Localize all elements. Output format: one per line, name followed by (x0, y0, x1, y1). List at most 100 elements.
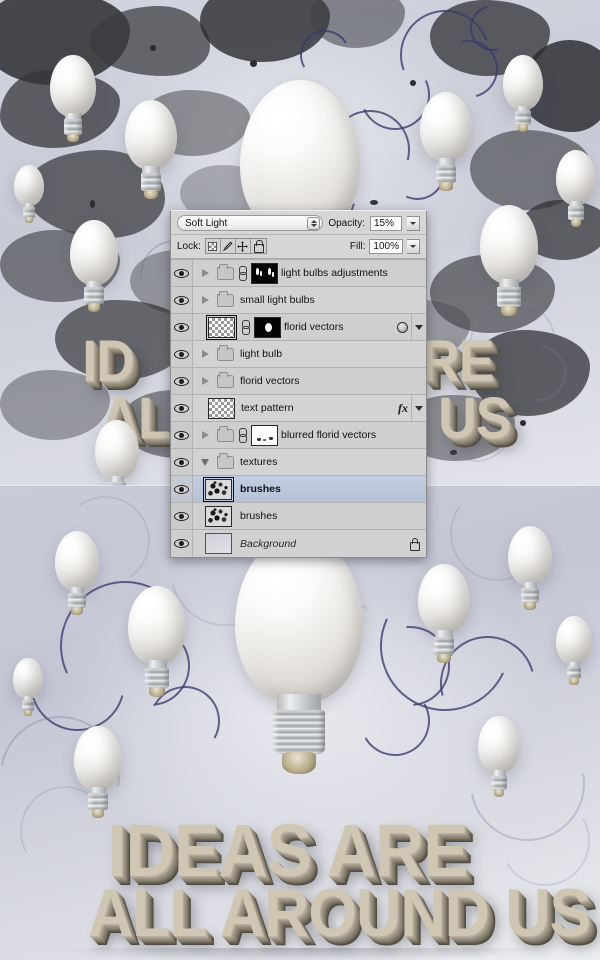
group-expand-toggle[interactable] (193, 431, 217, 439)
lock-button-group[interactable] (204, 238, 267, 254)
fill-input[interactable]: 100% (369, 238, 403, 254)
layer-row-right-icons (397, 313, 426, 341)
layer-row-light-bulbs-adjustments[interactable]: light bulbs adjustments (171, 260, 426, 287)
blend-mode-select[interactable]: Soft Light (177, 215, 324, 231)
layer-visibility-toggle[interactable] (171, 368, 193, 394)
chevron-down-icon (410, 221, 416, 225)
link-icon[interactable] (238, 265, 247, 281)
layer-visibility-toggle[interactable] (171, 260, 193, 286)
layer-visibility-toggle[interactable] (171, 503, 193, 529)
folder-icon (217, 371, 234, 388)
lock-position-button[interactable] (235, 239, 251, 253)
layer-visibility-toggle[interactable] (171, 314, 193, 340)
layer-name[interactable]: light bulbs adjustments (281, 267, 388, 279)
ground-shadow (60, 948, 540, 960)
layer-name[interactable]: brushes (240, 483, 281, 495)
light-bulb (420, 92, 472, 192)
panel-lock-row: Lock: Fill: 100% (171, 235, 426, 259)
layer-mask-thumbnail[interactable] (254, 316, 281, 338)
opacity-dropdown-button[interactable] (407, 215, 420, 231)
layer-row-florid-vectors-masked[interactable]: florid vectors (171, 313, 426, 341)
move-arrows-icon (237, 240, 249, 252)
layer-thumbnail[interactable] (202, 476, 235, 502)
light-bulb (478, 716, 520, 798)
chevron-up-icon (310, 220, 317, 223)
group-expand-toggle[interactable] (193, 350, 217, 358)
layer-visibility-toggle[interactable] (171, 422, 193, 448)
layer-name[interactable]: text pattern (241, 402, 294, 414)
lock-label: Lock: (177, 240, 201, 252)
chevron-down-icon[interactable] (415, 324, 423, 330)
layer-row-light-bulb[interactable]: light bulb (171, 341, 426, 368)
chevron-down-icon (410, 244, 416, 248)
eye-icon (174, 539, 189, 548)
layer-visibility-toggle[interactable] (171, 395, 193, 421)
eye-icon (174, 457, 189, 467)
link-icon[interactable] (241, 319, 250, 335)
light-bulb (503, 55, 543, 133)
light-bulb (418, 564, 470, 664)
layer-row-brushes-selected[interactable]: brushes (171, 476, 426, 503)
headline-line-2: ALL AROUND US (87, 875, 591, 951)
layer-visibility-toggle[interactable] (171, 476, 193, 502)
layer-mask-thumbnail[interactable] (251, 424, 278, 446)
layer-name[interactable]: brushes (240, 510, 277, 522)
group-expand-toggle[interactable] (193, 269, 217, 277)
layer-name[interactable]: florid vectors (284, 321, 344, 333)
layer-row-small-light-bulbs[interactable]: small light bulbs (171, 287, 426, 314)
layer-visibility-toggle[interactable] (171, 449, 193, 475)
layer-thumbnail[interactable] (205, 505, 232, 527)
layer-name[interactable]: light bulb (240, 348, 282, 360)
link-icon[interactable] (238, 427, 247, 443)
layer-row-background[interactable]: Background (171, 530, 426, 557)
lock-transparent-pixels-button[interactable] (205, 239, 221, 253)
layer-row-right-icons: fx (398, 394, 426, 422)
mask-globe-icon[interactable] (397, 321, 408, 333)
layer-effects-fx-icon[interactable]: fx (398, 401, 408, 416)
light-bulb (70, 220, 118, 313)
chevron-right-icon (201, 269, 209, 277)
layer-row-text-pattern[interactable]: text pattern fx (171, 394, 426, 422)
layer-visibility-toggle[interactable] (171, 530, 193, 557)
light-bulb (95, 420, 139, 486)
layer-thumbnail[interactable] (205, 314, 238, 340)
eye-icon (174, 349, 189, 359)
group-expand-toggle[interactable] (193, 296, 217, 304)
folder-icon (217, 344, 234, 361)
eye-icon (174, 376, 189, 386)
fill-dropdown-button[interactable] (407, 238, 420, 254)
light-bulb (508, 526, 552, 611)
group-expand-toggle[interactable] (193, 458, 217, 466)
chevron-down-icon (201, 458, 209, 466)
layer-thumbnail[interactable] (208, 397, 235, 419)
layer-name[interactable]: florid vectors (240, 375, 300, 387)
layer-name[interactable]: Background (240, 538, 296, 550)
layer-name[interactable]: blurred florid vectors (281, 429, 376, 441)
layer-row-blurred-florid-vectors[interactable]: blurred florid vectors (171, 422, 426, 449)
folder-icon (217, 263, 234, 280)
layer-list[interactable]: light bulbs adjustments small light bulb… (171, 259, 426, 557)
layer-visibility-toggle[interactable] (171, 341, 193, 367)
layers-panel[interactable]: Soft Light Opacity: 15% Lock: Fill: 100%… (170, 210, 427, 558)
layer-row-right-icons (409, 537, 426, 551)
chevron-down-icon[interactable] (415, 405, 423, 411)
layer-row-florid-vectors-group[interactable]: florid vectors (171, 368, 426, 395)
light-bulb (74, 726, 122, 819)
layer-visibility-toggle[interactable] (171, 287, 193, 313)
layer-name[interactable]: small light bulbs (240, 294, 315, 306)
artwork-text-fragment-right-2: US (438, 386, 511, 451)
layer-row-textures[interactable]: textures (171, 449, 426, 476)
group-expand-toggle[interactable] (193, 377, 217, 385)
chevron-right-icon (201, 350, 209, 358)
opacity-input[interactable]: 15% (370, 215, 402, 231)
layer-name[interactable]: textures (240, 456, 277, 468)
eye-icon (174, 430, 189, 440)
lock-icon (253, 240, 265, 253)
chevron-right-icon (201, 296, 209, 304)
blend-mode-stepper-icon[interactable] (307, 217, 321, 230)
layer-row-brushes[interactable]: brushes (171, 503, 426, 530)
layer-thumbnail[interactable] (205, 533, 232, 554)
lock-all-button[interactable] (250, 239, 266, 253)
lock-image-pixels-button[interactable] (220, 239, 236, 253)
layer-mask-thumbnail[interactable] (251, 262, 278, 284)
